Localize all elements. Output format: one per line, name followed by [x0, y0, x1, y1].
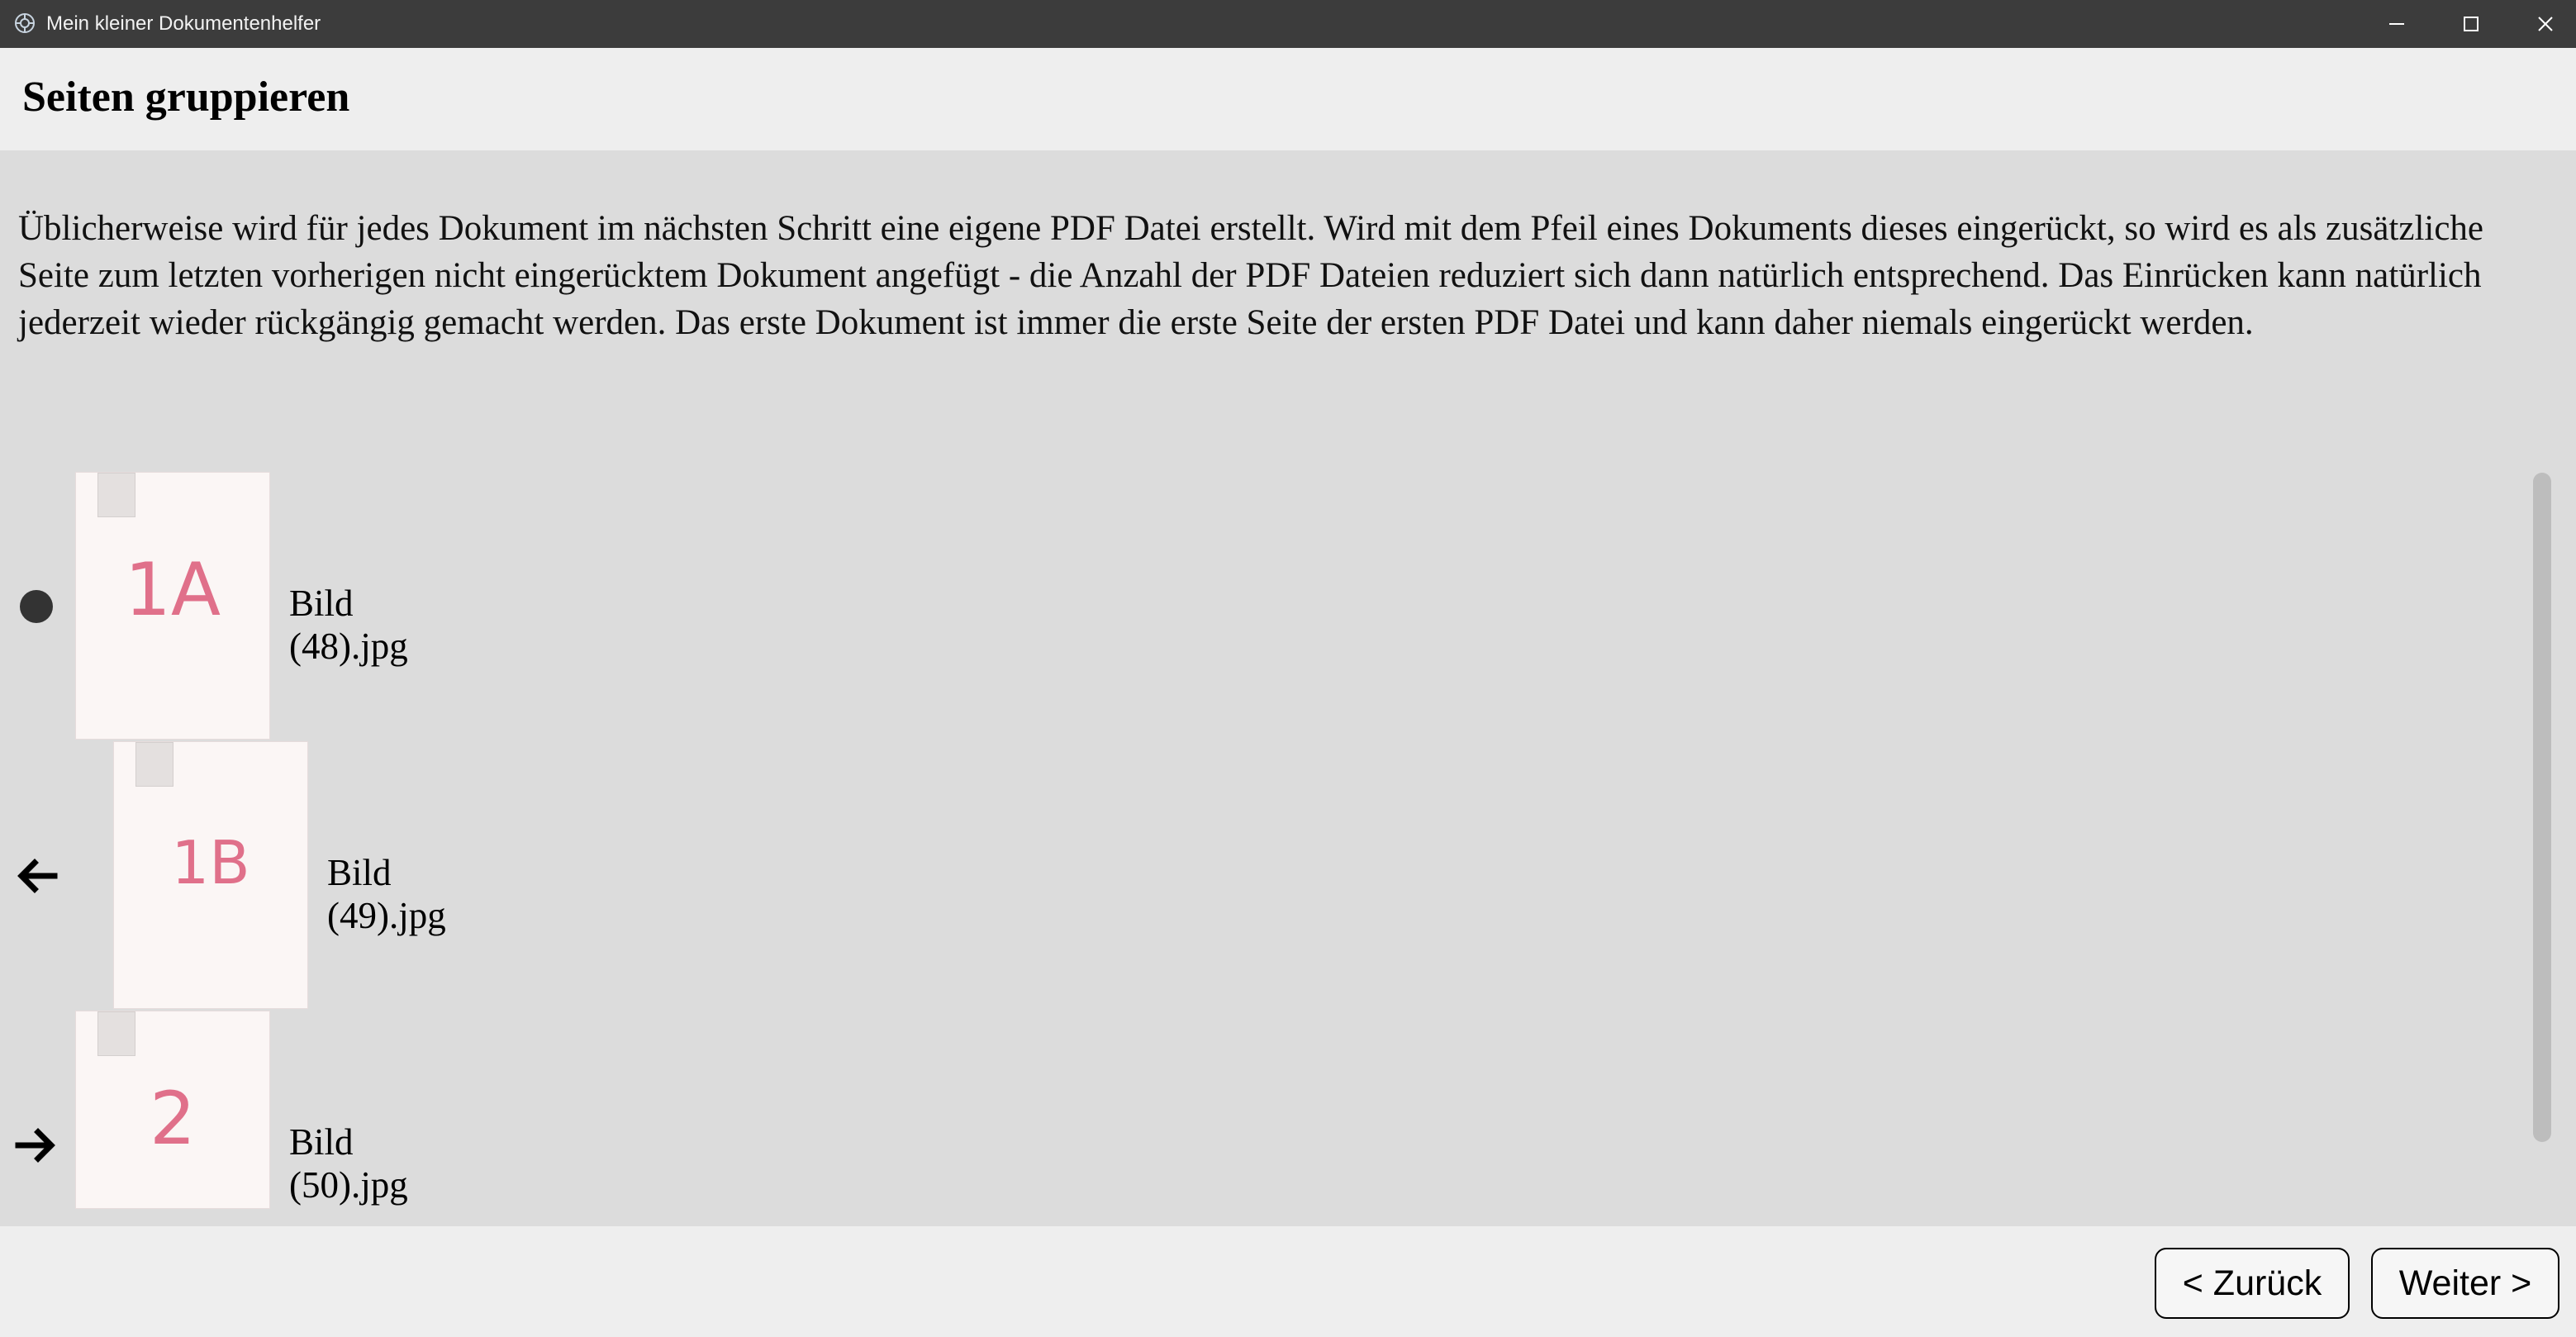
- thumbnail-handwriting: 1A: [124, 547, 221, 632]
- close-button[interactable]: [2508, 0, 2576, 48]
- document-thumbnail: 1A: [76, 473, 269, 739]
- app-logo-icon: [13, 12, 36, 35]
- maximize-icon: [2464, 17, 2479, 31]
- document-filename: Bild (49).jpg: [327, 852, 446, 936]
- indent-right-button[interactable]: [15, 1124, 58, 1167]
- page-header: Seiten gruppieren: [0, 48, 2576, 150]
- document-filename: Bild (50).jpg: [289, 1121, 408, 1206]
- minimize-icon: [2389, 23, 2404, 25]
- arrow-right-icon: [15, 1128, 55, 1163]
- vertical-scrollbar[interactable]: [2533, 473, 2551, 1142]
- arrow-left-icon: [17, 859, 58, 893]
- next-button[interactable]: Weiter >: [2371, 1248, 2559, 1319]
- bullet-icon: [15, 585, 58, 628]
- footer-bar: < Zurück Weiter >: [0, 1226, 2576, 1337]
- page-title: Seiten gruppieren: [22, 74, 350, 121]
- thumbnail-handwriting: 1B: [171, 828, 250, 897]
- document-thumbnail: 2: [76, 1011, 269, 1208]
- document-filename: Bild (48).jpg: [289, 583, 408, 667]
- close-icon: [2538, 17, 2553, 31]
- window-title: Mein kleiner Dokumentenhelfer: [46, 12, 321, 35]
- instructions-text: Üblicherweise wird für jedes Dokument im…: [18, 209, 2484, 342]
- window-titlebar: Mein kleiner Dokumentenhelfer: [0, 0, 2576, 48]
- document-thumbnail: 1B: [114, 742, 307, 1008]
- thumbnail-handwriting: 2: [150, 1076, 196, 1161]
- back-button[interactable]: < Zurück: [2155, 1248, 2350, 1319]
- indent-left-button[interactable]: [15, 854, 58, 897]
- minimize-button[interactable]: [2360, 0, 2434, 48]
- maximize-button[interactable]: [2434, 0, 2508, 48]
